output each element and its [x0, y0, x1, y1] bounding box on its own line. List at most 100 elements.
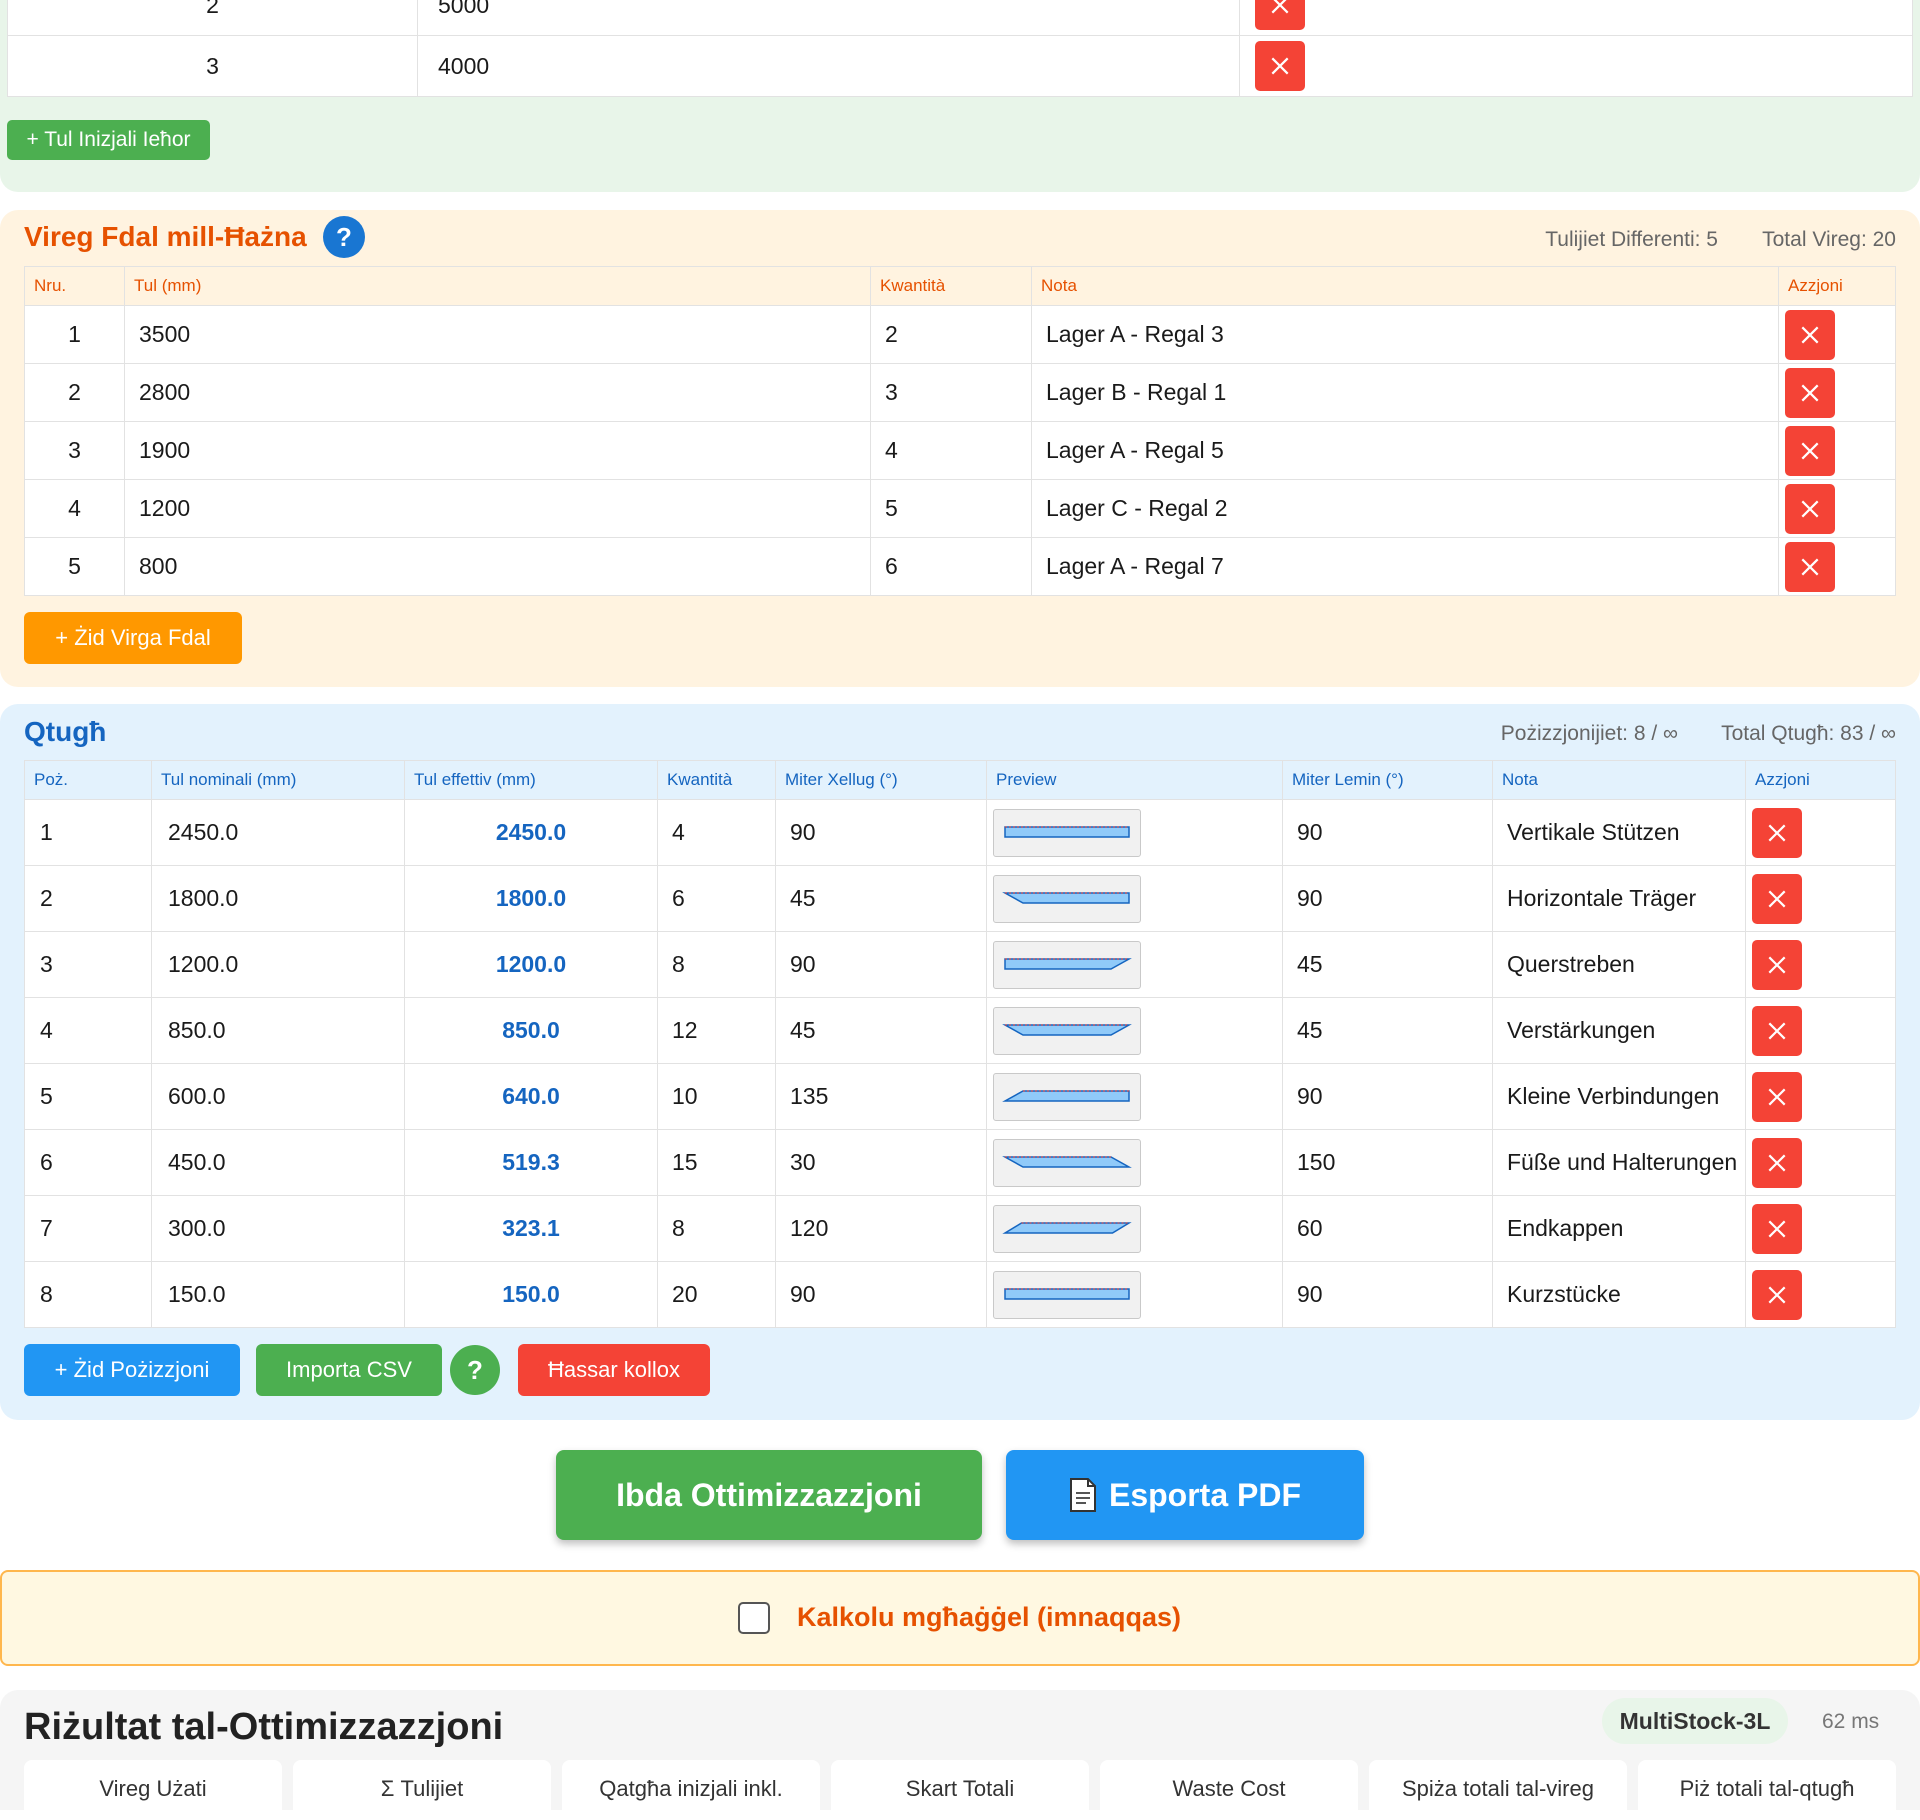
note-cell[interactable]: Lager A - Regal 3: [1031, 305, 1779, 364]
note-cell[interactable]: Kurzstücke: [1492, 1261, 1746, 1328]
quantity-cell[interactable]: 12: [657, 997, 776, 1064]
note-cell[interactable]: Lager A - Regal 5: [1031, 421, 1779, 480]
add-stock-button[interactable]: + Żid Virga Fdal: [24, 612, 242, 664]
nominal-length-cell[interactable]: 850.0: [151, 997, 405, 1064]
miter-left-cell[interactable]: 120: [775, 1195, 987, 1262]
import-csv-button[interactable]: Importa CSV: [256, 1344, 442, 1396]
note-cell[interactable]: Endkappen: [1492, 1195, 1746, 1262]
length-cell[interactable]: 1200: [124, 479, 871, 538]
table-row: 6 450.0 519.3 15 30 150 Füße und Halterungen: [24, 1129, 1896, 1196]
miter-right-cell[interactable]: 60: [1282, 1195, 1493, 1262]
note-cell[interactable]: Lager C - Regal 2: [1031, 479, 1779, 538]
nominal-length-cell[interactable]: 600.0: [151, 1063, 405, 1130]
note-cell[interactable]: Kleine Verbindungen: [1492, 1063, 1746, 1130]
quantity-cell[interactable]: 6: [657, 865, 776, 932]
miter-left-cell[interactable]: 30: [775, 1129, 987, 1196]
note-cell[interactable]: Lager A - Regal 7: [1031, 537, 1779, 596]
miter-left-cell[interactable]: 45: [775, 997, 987, 1064]
note-cell[interactable]: Horizontale Träger: [1492, 865, 1746, 932]
delete-button[interactable]: [1785, 425, 1835, 476]
quantity-cell[interactable]: 5: [870, 479, 1032, 538]
quantity-cell[interactable]: 15: [657, 1129, 776, 1196]
miter-right-cell[interactable]: 45: [1282, 997, 1493, 1064]
delete-button[interactable]: [1785, 367, 1835, 418]
length-cell[interactable]: 3500: [124, 305, 871, 364]
position-number: 2: [24, 865, 152, 932]
miter-left-cell[interactable]: 90: [775, 931, 987, 998]
result-card: Σ Tulijiet: [293, 1760, 551, 1820]
quantity-cell[interactable]: 8: [657, 1195, 776, 1262]
position-number: 7: [24, 1195, 152, 1262]
quantity-cell[interactable]: 4: [657, 799, 776, 866]
note-cell[interactable]: Füße und Halterungen: [1492, 1129, 1746, 1196]
delete-button[interactable]: [1785, 541, 1835, 592]
note-cell[interactable]: Verstärkungen: [1492, 997, 1746, 1064]
note-cell[interactable]: Vertikale Stützen: [1492, 799, 1746, 866]
miter-right-cell[interactable]: 45: [1282, 931, 1493, 998]
initial-lengths-table: 2 5000 3 4000: [7, 0, 1913, 97]
delete-button[interactable]: [1785, 309, 1835, 360]
delete-button[interactable]: [1752, 807, 1802, 858]
document-icon: [1069, 1478, 1096, 1512]
length-cell[interactable]: 1900: [124, 421, 871, 480]
miter-left-cell[interactable]: 90: [775, 1261, 987, 1328]
delete-button[interactable]: [1752, 1137, 1802, 1188]
nominal-length-cell[interactable]: 1800.0: [151, 865, 405, 932]
quantity-cell[interactable]: 4: [870, 421, 1032, 480]
export-pdf-button[interactable]: Esporta PDF: [1006, 1450, 1364, 1540]
miter-left-cell[interactable]: 45: [775, 865, 987, 932]
quantity-cell[interactable]: 6: [870, 537, 1032, 596]
col-miter-left: Miter Xellug (°): [775, 760, 987, 800]
miter-left-cell[interactable]: 90: [775, 799, 987, 866]
nominal-length-cell[interactable]: 450.0: [151, 1129, 405, 1196]
add-initial-length-button[interactable]: + Tul Inizjali Ieħor: [7, 120, 210, 160]
algorithm-badge: MultiStock-3L: [1602, 1698, 1788, 1744]
close-icon: [1768, 1220, 1786, 1237]
stock-help-button[interactable]: ?: [323, 216, 365, 258]
miter-right-cell[interactable]: 150: [1282, 1129, 1493, 1196]
length-cell[interactable]: 800: [124, 537, 871, 596]
action-cell: [1778, 421, 1896, 480]
quantity-cell[interactable]: 8: [657, 931, 776, 998]
quantity-cell[interactable]: 2: [870, 305, 1032, 364]
result-card: Spiża totali tal-vireg: [1369, 1760, 1627, 1820]
miter-right-cell[interactable]: 90: [1282, 1063, 1493, 1130]
delete-button[interactable]: [1752, 1005, 1802, 1056]
nominal-length-cell[interactable]: 150.0: [151, 1261, 405, 1328]
result-card: Vireg Użati: [24, 1760, 282, 1820]
miter-left-cell[interactable]: 135: [775, 1063, 987, 1130]
cut-shape: [1002, 1221, 1132, 1234]
quick-calc-checkbox[interactable]: [738, 1602, 770, 1634]
length-cell[interactable]: 5000: [417, 0, 1240, 36]
table-row: 7 300.0 323.1 8 120 60 Endkappen: [24, 1195, 1896, 1262]
start-optimization-button[interactable]: Ibda Ottimizzazzjoni: [556, 1450, 982, 1540]
add-position-button[interactable]: + Żid Pożizzjoni: [24, 1344, 240, 1396]
length-cell[interactable]: 4000: [417, 35, 1240, 97]
csv-help-button[interactable]: ?: [450, 1345, 500, 1395]
miter-right-cell[interactable]: 90: [1282, 1261, 1493, 1328]
col-length: Tul (mm): [124, 266, 871, 306]
miter-right-cell[interactable]: 90: [1282, 865, 1493, 932]
result-card: Skart Totali: [831, 1760, 1089, 1820]
delete-button[interactable]: [1785, 483, 1835, 534]
length-cell[interactable]: 2800: [124, 363, 871, 422]
result-card: Piż totali tal-qtugħ: [1638, 1760, 1896, 1820]
delete-button[interactable]: [1255, 0, 1305, 30]
nominal-length-cell[interactable]: 300.0: [151, 1195, 405, 1262]
delete-button[interactable]: [1752, 1269, 1802, 1320]
delete-button[interactable]: [1752, 939, 1802, 990]
miter-right-cell[interactable]: 90: [1282, 799, 1493, 866]
preview-box: [993, 874, 1141, 923]
delete-button[interactable]: [1752, 873, 1802, 924]
quantity-cell[interactable]: 10: [657, 1063, 776, 1130]
nominal-length-cell[interactable]: 1200.0: [151, 931, 405, 998]
delete-button[interactable]: [1752, 1071, 1802, 1122]
note-cell[interactable]: Querstreben: [1492, 931, 1746, 998]
quantity-cell[interactable]: 20: [657, 1261, 776, 1328]
delete-button[interactable]: [1752, 1203, 1802, 1254]
quantity-cell[interactable]: 3: [870, 363, 1032, 422]
nominal-length-cell[interactable]: 2450.0: [151, 799, 405, 866]
delete-button[interactable]: [1255, 41, 1305, 91]
note-cell[interactable]: Lager B - Regal 1: [1031, 363, 1779, 422]
clear-all-button[interactable]: Ħassar kollox: [518, 1344, 710, 1396]
